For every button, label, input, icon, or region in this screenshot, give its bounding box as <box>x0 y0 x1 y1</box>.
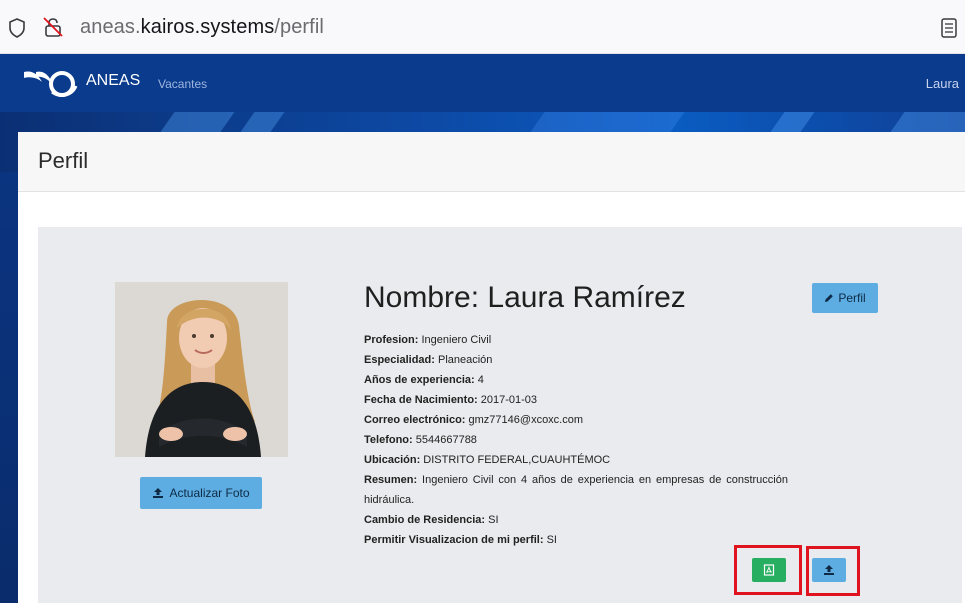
top-navbar: ANEAS Vacantes Laura <box>0 54 965 112</box>
reader-view-icon[interactable] <box>940 18 958 38</box>
profile-details: Profesion: Ingeniero Civil Especialidad:… <box>364 330 788 550</box>
page-title: Perfil <box>38 148 89 173</box>
profile-page: Perfil Actualizar Foto Nombre: Laura Ram… <box>18 132 965 603</box>
name-value: Laura Ramírez <box>487 281 686 314</box>
insecure-lock-icon[interactable] <box>42 16 64 38</box>
url-field[interactable]: aneas.kairos.systems/perfil <box>80 16 324 39</box>
detail-profesion: Profesion: Ingeniero Civil <box>364 334 492 346</box>
user-menu[interactable]: Laura <box>926 76 959 91</box>
profile-photo-image <box>115 282 288 457</box>
url-host: kairos.systems <box>140 16 275 38</box>
detail-telefono: Telefono: 5544667788 <box>364 434 477 446</box>
update-photo-label: Actualizar Foto <box>169 486 250 500</box>
detail-visualizacion: Permitir Visualizacion de mi perfil: SI <box>364 534 557 546</box>
side-band <box>0 172 18 603</box>
detail-especialidad: Especialidad: Planeación <box>364 354 493 366</box>
shield-icon[interactable] <box>8 18 26 38</box>
update-photo-button[interactable]: Actualizar Foto <box>140 477 262 509</box>
highlight-box-pdf <box>734 545 802 595</box>
name-label: Nombre: <box>364 281 480 314</box>
url-path: /perfil <box>274 16 324 38</box>
aneas-logo-icon[interactable] <box>22 68 78 98</box>
nav-link-vacantes[interactable]: Vacantes <box>158 77 207 91</box>
profile-photo <box>115 282 288 457</box>
detail-fecha-nacimiento: Fecha de Nacimiento: 2017-01-03 <box>364 394 538 406</box>
browser-url-bar: aneas.kairos.systems/perfil <box>0 0 965 54</box>
pencil-icon <box>825 294 834 302</box>
edit-profile-button[interactable]: Perfil <box>812 283 878 313</box>
edit-profile-label: Perfil <box>838 291 866 305</box>
upload-icon <box>153 488 164 498</box>
detail-ubicacion: Ubicación: DISTRITO FEDERAL,CUAUHTÉMOC <box>364 454 611 466</box>
profile-panel: Actualizar Foto Nombre: Laura Ramírez Pe… <box>38 227 962 603</box>
profile-name: Nombre: Laura Ramírez <box>364 281 686 315</box>
page-header: Perfil <box>18 132 965 192</box>
highlight-box-upload <box>806 546 860 596</box>
detail-correo: Correo electrónico: gmz77146@xcoxc.com <box>364 414 584 426</box>
detail-cambio-residencia: Cambio de Residencia: SI <box>364 514 499 526</box>
detail-resumen: Resumen: Ingeniero Civil con 4 años de e… <box>364 474 788 506</box>
brand-name[interactable]: ANEAS <box>86 72 140 90</box>
detail-experiencia: Años de experiencia: 4 <box>364 374 484 386</box>
url-prefix: aneas. <box>80 16 141 38</box>
